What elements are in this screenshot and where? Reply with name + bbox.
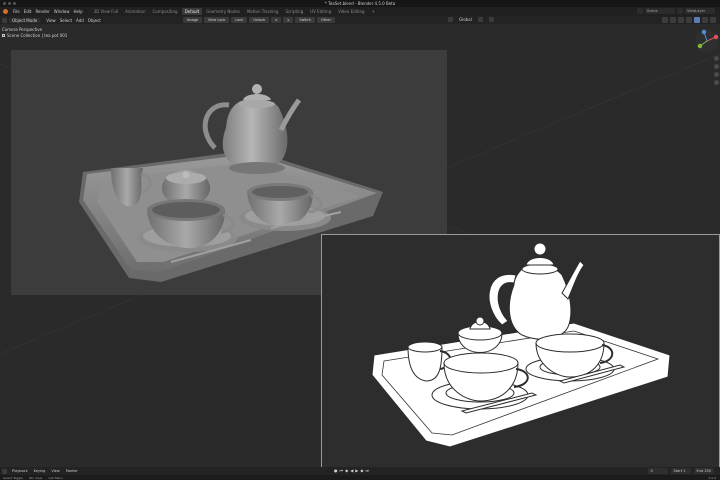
object-menu[interactable]: Object [86, 18, 103, 23]
switch-button[interactable]: Switch [295, 17, 315, 23]
other-button[interactable]: Other [316, 17, 335, 23]
keying-menu[interactable]: Keying [31, 469, 49, 473]
collection-checkbox[interactable] [2, 34, 5, 37]
status-version: 4.5.0 [708, 476, 716, 480]
frame-range: 0 Start 1 End 250 [647, 468, 714, 474]
navigation-gizmo[interactable] [694, 28, 720, 54]
zoom-icon[interactable] [714, 56, 719, 61]
play-icon[interactable]: ▶ [355, 468, 358, 473]
menu-help[interactable]: Help [71, 9, 84, 14]
unlock-button[interactable]: Unlock [249, 17, 270, 23]
tab-scripting[interactable]: Scripting [282, 8, 306, 15]
gizmo-toggle-icon[interactable] [670, 17, 676, 23]
proportional-edit-icon[interactable] [488, 17, 494, 22]
line-art-render-preview [321, 234, 720, 467]
tab-video-editing[interactable]: Video Editing [335, 8, 367, 15]
viewport-header: Object Mode View Select Add Object Image… [0, 16, 720, 24]
view-lock-button[interactable]: View Lock [203, 17, 230, 23]
playback-menu[interactable]: Playback [9, 469, 31, 473]
menu-file[interactable]: File [11, 9, 22, 14]
end-label: End [696, 469, 704, 473]
status-hint-select: Select Toggle [3, 475, 23, 480]
prev-key-icon[interactable]: ◆ [345, 468, 348, 473]
add-workspace-button[interactable]: + [369, 8, 378, 15]
image-button[interactable]: Image [183, 17, 202, 23]
start-label: Start [673, 469, 683, 473]
tab-3d-view-full[interactable]: 3D View Full [91, 8, 122, 15]
scene-selectors: Scene ViewLayer [637, 8, 715, 14]
camera-view-icon[interactable] [714, 72, 719, 77]
blender-logo-icon[interactable] [3, 9, 8, 14]
view-layer-field[interactable]: ViewLayer [685, 8, 715, 14]
y-button[interactable]: y [283, 17, 294, 23]
end-frame-field[interactable]: End 250 [693, 468, 714, 474]
camera-perspective-label: Camera Perspective [2, 27, 43, 32]
gizmo-y-axis-icon[interactable] [697, 43, 703, 49]
scene-icon [637, 8, 643, 14]
tab-motion-tracking[interactable]: Motion Tracking [244, 8, 281, 15]
mode-dropdown[interactable]: Object Mode [9, 17, 41, 23]
select-menu[interactable]: Select [58, 18, 74, 23]
current-frame-field[interactable]: 0 [647, 468, 668, 474]
overlay-toggle-icon[interactable] [678, 17, 684, 23]
status-hint-menu: Call Menu [48, 475, 64, 480]
snap-icon[interactable] [477, 17, 483, 22]
shading-controls [662, 17, 716, 23]
end-value: 250 [704, 469, 711, 473]
lock-button[interactable]: Lock [231, 17, 248, 23]
menu-render[interactable]: Render [33, 9, 51, 14]
start-value: 1 [683, 469, 686, 473]
scene-field[interactable]: Scene [645, 8, 675, 14]
rendered-shading-icon[interactable] [710, 17, 716, 23]
timeline-editor-icon[interactable] [2, 468, 7, 474]
timeline-header: Playback Keying View Marker ● ⏮ ◆ ◀ ▶ ◆ … [0, 467, 720, 475]
tab-geometry-nodes[interactable]: Geometry Nodes [203, 8, 243, 15]
view-menu[interactable]: View [44, 18, 58, 23]
top-menu-bar: File Edit Render Window Help 3D View Ful… [0, 7, 720, 16]
status-hint-pan: Pan View [28, 475, 43, 480]
gizmo-z-axis-icon[interactable] [701, 29, 707, 35]
start-frame-field[interactable]: Start 1 [670, 468, 691, 474]
menu-edit[interactable]: Edit [22, 9, 34, 14]
view-layer-icon [677, 8, 683, 14]
playback-controls: ● ⏮ ◆ ◀ ▶ ◆ ⏭ [334, 468, 369, 473]
collection-label: Scene Collection | tea pot 001 [2, 33, 67, 38]
x-button[interactable]: x [271, 17, 282, 23]
tab-uv-editing[interactable]: UV Editing [307, 8, 334, 15]
pan-hand-icon[interactable] [714, 64, 719, 69]
orientation-icon [448, 17, 453, 22]
tab-default[interactable]: Default [181, 8, 203, 15]
add-menu[interactable]: Add [74, 18, 86, 23]
visibility-icon[interactable] [662, 17, 668, 23]
title-bar: * TeaSet.blend - Blender 4.5.0 Beta [0, 0, 720, 7]
transform-orientation-dropdown[interactable]: Global [457, 17, 474, 22]
jump-end-icon[interactable]: ⏭ [365, 468, 369, 473]
tab-compositing[interactable]: Compositing [150, 8, 181, 15]
viewport-nav-buttons [714, 56, 719, 85]
3d-viewport[interactable]: Camera Perspective Scene Collection | te… [0, 24, 720, 467]
header-tool-group: Image View Lock Lock Unlock x y Switch O… [183, 17, 335, 23]
view-menu-timeline[interactable]: View [48, 469, 62, 473]
editor-type-icon[interactable] [2, 17, 7, 23]
gizmo-x-axis-icon[interactable] [713, 34, 719, 40]
next-key-icon[interactable]: ◆ [360, 468, 363, 473]
tab-animation[interactable]: Animation [122, 8, 148, 15]
material-shading-icon[interactable] [702, 17, 708, 23]
perspective-toggle-icon[interactable] [714, 80, 719, 85]
line-art-tea-set [371, 242, 671, 448]
window-title: * TeaSet.blend - Blender 4.5.0 Beta [324, 1, 396, 6]
collection-label-text: Scene Collection | tea pot 001 [7, 33, 68, 38]
menu-window[interactable]: Window [52, 9, 72, 14]
jump-start-icon[interactable]: ⏮ [340, 468, 344, 473]
marker-menu[interactable]: Marker [63, 469, 81, 473]
record-icon[interactable]: ● [334, 468, 338, 473]
xray-toggle-icon[interactable] [686, 17, 692, 23]
solid-shading-icon[interactable] [694, 17, 700, 23]
status-bar: Select Toggle Pan View Call Menu 4.5.0 [0, 475, 720, 480]
workspace-tabs: 3D View Full Animation Compositing Defau… [91, 8, 378, 15]
transform-orientation: Global [446, 17, 496, 22]
play-reverse-icon[interactable]: ◀ [350, 468, 353, 473]
